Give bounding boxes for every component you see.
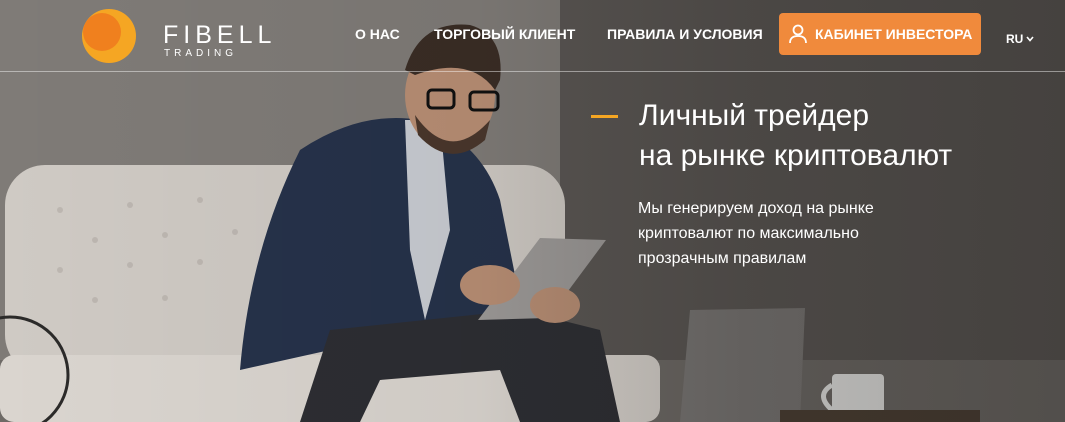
logo-mark-icon (82, 9, 136, 63)
logo-subtitle: TRADING (164, 48, 237, 59)
language-selector[interactable]: RU (1006, 32, 1034, 46)
hero-title: Личный трейдер на рынке криптовалют (639, 96, 952, 176)
site-header: FIBELL TRADING О НАС ТОРГОВЫЙ КЛИЕНТ ПРА… (0, 0, 1065, 72)
investor-cabinet-label: КАБИНЕТ ИНВЕСТОРА (815, 26, 973, 42)
hero-subtitle: Мы генерируем доход на рынке криптовалют… (638, 196, 874, 271)
language-label: RU (1006, 32, 1024, 46)
hero-title-line-1: Личный трейдер (639, 99, 870, 132)
chevron-down-icon (1026, 36, 1034, 42)
hero-subtitle-line-3: прозрачным правилам (638, 250, 807, 267)
hero-subtitle-line-2: криптовалют по максимально (638, 225, 859, 242)
investor-cabinet-button[interactable]: КАБИНЕТ ИНВЕСТОРА (779, 13, 981, 55)
nav-item-rules[interactable]: ПРАВИЛА И УСЛОВИЯ (607, 26, 763, 42)
user-icon (789, 24, 807, 44)
nav-item-about[interactable]: О НАС (355, 26, 400, 42)
accent-dash (591, 115, 618, 118)
logo-name: FIBELL (163, 21, 277, 49)
nav-item-trading-client[interactable]: ТОРГОВЫЙ КЛИЕНТ (434, 26, 575, 42)
hero-title-line-2: на рынке криптовалют (639, 139, 953, 172)
hero-subtitle-line-1: Мы генерируем доход на рынке (638, 200, 874, 217)
logo[interactable]: FIBELL TRADING (76, 8, 306, 64)
